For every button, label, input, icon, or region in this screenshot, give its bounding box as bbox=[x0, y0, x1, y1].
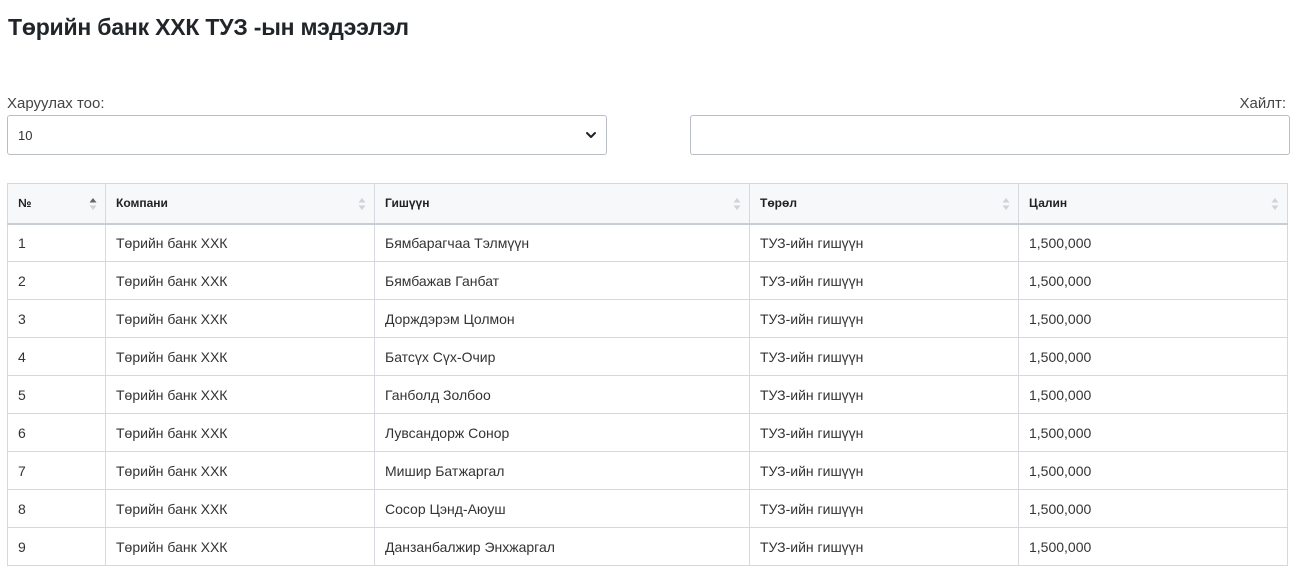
cell-salary: 1,500,000 bbox=[1018, 337, 1288, 376]
cell-number: 8 bbox=[7, 489, 106, 528]
cell-type: ТУЗ-ийн гишүүн bbox=[749, 375, 1019, 414]
column-header-salary[interactable]: Цалин bbox=[1018, 183, 1288, 225]
cell-company: Төрийн банк ХХК bbox=[105, 337, 375, 376]
cell-number: 1 bbox=[7, 223, 106, 262]
cell-company: Төрийн банк ХХК bbox=[105, 299, 375, 338]
cell-company: Төрийн банк ХХК bbox=[105, 489, 375, 528]
table-row[interactable]: 5 Төрийн банк ХХК Ганболд Золбоо ТУЗ-ийн ги… bbox=[7, 375, 1288, 414]
cell-member: Ганболд Золбоо bbox=[374, 375, 750, 414]
column-header-number[interactable]: № bbox=[7, 183, 106, 225]
cell-company: Төрийн банк ХХК bbox=[105, 451, 375, 490]
length-label: Харуулах тоо: bbox=[7, 95, 105, 112]
cell-salary: 1,500,000 bbox=[1018, 375, 1288, 414]
page-length-select[interactable]: 10 bbox=[7, 115, 607, 155]
chevron-down-icon bbox=[586, 132, 596, 138]
cell-type: ТУЗ-ийн гишүүн bbox=[749, 413, 1019, 452]
cell-type: ТУЗ-ийн гишүүн bbox=[749, 489, 1019, 528]
table-row[interactable]: 7 Төрийн банк ХХК Мишир Батжаргал ТУЗ-ийн г… bbox=[7, 451, 1288, 490]
cell-member: Сосор Цэнд-Аюуш bbox=[374, 489, 750, 528]
table-row[interactable]: 8 Төрийн банк ХХК Сосор Цэнд-Аюуш ТУЗ-ийн г… bbox=[7, 489, 1288, 528]
cell-type: ТУЗ-ийн гишүүн bbox=[749, 451, 1019, 490]
data-table: № Компани Гишүүн Төрөл Цалин 1 Төрийн банк ХХ… bbox=[7, 183, 1288, 566]
cell-type: ТУЗ-ийн гишүүн bbox=[749, 337, 1019, 376]
cell-member: Бямбажав Ганбат bbox=[374, 261, 750, 300]
table-row[interactable]: 4 Төрийн банк ХХК Батсүх Сүх-Очир ТУЗ-ийн г… bbox=[7, 337, 1288, 376]
cell-number: 3 bbox=[7, 299, 106, 338]
sort-arrows-icon bbox=[89, 198, 97, 210]
cell-member: Батсүх Сүх-Очир bbox=[374, 337, 750, 376]
cell-number: 9 bbox=[7, 527, 106, 566]
column-header-member[interactable]: Гишүүн bbox=[374, 183, 750, 225]
cell-type: ТУЗ-ийн гишүүн bbox=[749, 261, 1019, 300]
sort-arrows-icon bbox=[1271, 198, 1279, 210]
cell-number: 5 bbox=[7, 375, 106, 414]
table-row[interactable]: 9 Төрийн банк ХХК Данзанбалжир Энхжаргал ТУ… bbox=[7, 527, 1288, 566]
cell-type: ТУЗ-ийн гишүүн bbox=[749, 223, 1019, 262]
cell-number: 2 bbox=[7, 261, 106, 300]
cell-company: Төрийн банк ХХК bbox=[105, 375, 375, 414]
search-input[interactable] bbox=[690, 115, 1290, 155]
cell-salary: 1,500,000 bbox=[1018, 489, 1288, 528]
cell-number: 6 bbox=[7, 413, 106, 452]
cell-member: Бямбарагчаа Тэлмүүн bbox=[374, 223, 750, 262]
cell-number: 7 bbox=[7, 451, 106, 490]
cell-company: Төрийн банк ХХК bbox=[105, 223, 375, 262]
cell-type: ТУЗ-ийн гишүүн bbox=[749, 299, 1019, 338]
cell-number: 4 bbox=[7, 337, 106, 376]
column-header-company[interactable]: Компани bbox=[105, 183, 375, 225]
table-row[interactable]: 6 Төрийн банк ХХК Лувсандорж Сонор ТУЗ-ийн … bbox=[7, 413, 1288, 452]
sort-arrows-icon bbox=[733, 198, 741, 210]
column-header-label: № bbox=[18, 196, 32, 211]
table-row[interactable]: 1 Төрийн банк ХХК Бямбарагчаа Тэлмүүн ТУЗ-и… bbox=[7, 223, 1288, 262]
cell-company: Төрийн банк ХХК bbox=[105, 261, 375, 300]
cell-salary: 1,500,000 bbox=[1018, 413, 1288, 452]
table-body: 1 Төрийн банк ХХК Бямбарагчаа Тэлмүүн ТУЗ-и… bbox=[7, 223, 1288, 566]
cell-company: Төрийн банк ХХК bbox=[105, 527, 375, 566]
column-header-type[interactable]: Төрөл bbox=[749, 183, 1019, 225]
cell-company: Төрийн банк ХХК bbox=[105, 413, 375, 452]
search-label: Хайлт: bbox=[1239, 95, 1286, 112]
cell-member: Мишир Батжаргал bbox=[374, 451, 750, 490]
table-header-row: № Компани Гишүүн Төрөл Цалин bbox=[7, 183, 1288, 225]
cell-member: Данзанбалжир Энхжаргал bbox=[374, 527, 750, 566]
cell-member: Лувсандорж Сонор bbox=[374, 413, 750, 452]
page-length-value: 10 bbox=[18, 127, 33, 143]
column-header-label: Компани bbox=[116, 196, 168, 211]
sort-arrows-icon bbox=[1002, 198, 1010, 210]
cell-salary: 1,500,000 bbox=[1018, 223, 1288, 262]
cell-salary: 1,500,000 bbox=[1018, 299, 1288, 338]
page-title: Төрийн банк ХХК ТУЗ -ын мэдээлэл bbox=[8, 14, 409, 40]
cell-type: ТУЗ-ийн гишүүн bbox=[749, 527, 1019, 566]
column-header-label: Цалин bbox=[1029, 196, 1068, 211]
cell-salary: 1,500,000 bbox=[1018, 527, 1288, 566]
table-row[interactable]: 3 Төрийн банк ХХК Дорждэрэм Цолмон ТУЗ-ийн … bbox=[7, 299, 1288, 338]
table-row[interactable]: 2 Төрийн банк ХХК Бямбажав Ганбат ТУЗ-ийн г… bbox=[7, 261, 1288, 300]
column-header-label: Төрөл bbox=[760, 196, 797, 211]
cell-salary: 1,500,000 bbox=[1018, 451, 1288, 490]
sort-arrows-icon bbox=[358, 198, 366, 210]
column-header-label: Гишүүн bbox=[385, 196, 430, 211]
cell-salary: 1,500,000 bbox=[1018, 261, 1288, 300]
cell-member: Дорждэрэм Цолмон bbox=[374, 299, 750, 338]
